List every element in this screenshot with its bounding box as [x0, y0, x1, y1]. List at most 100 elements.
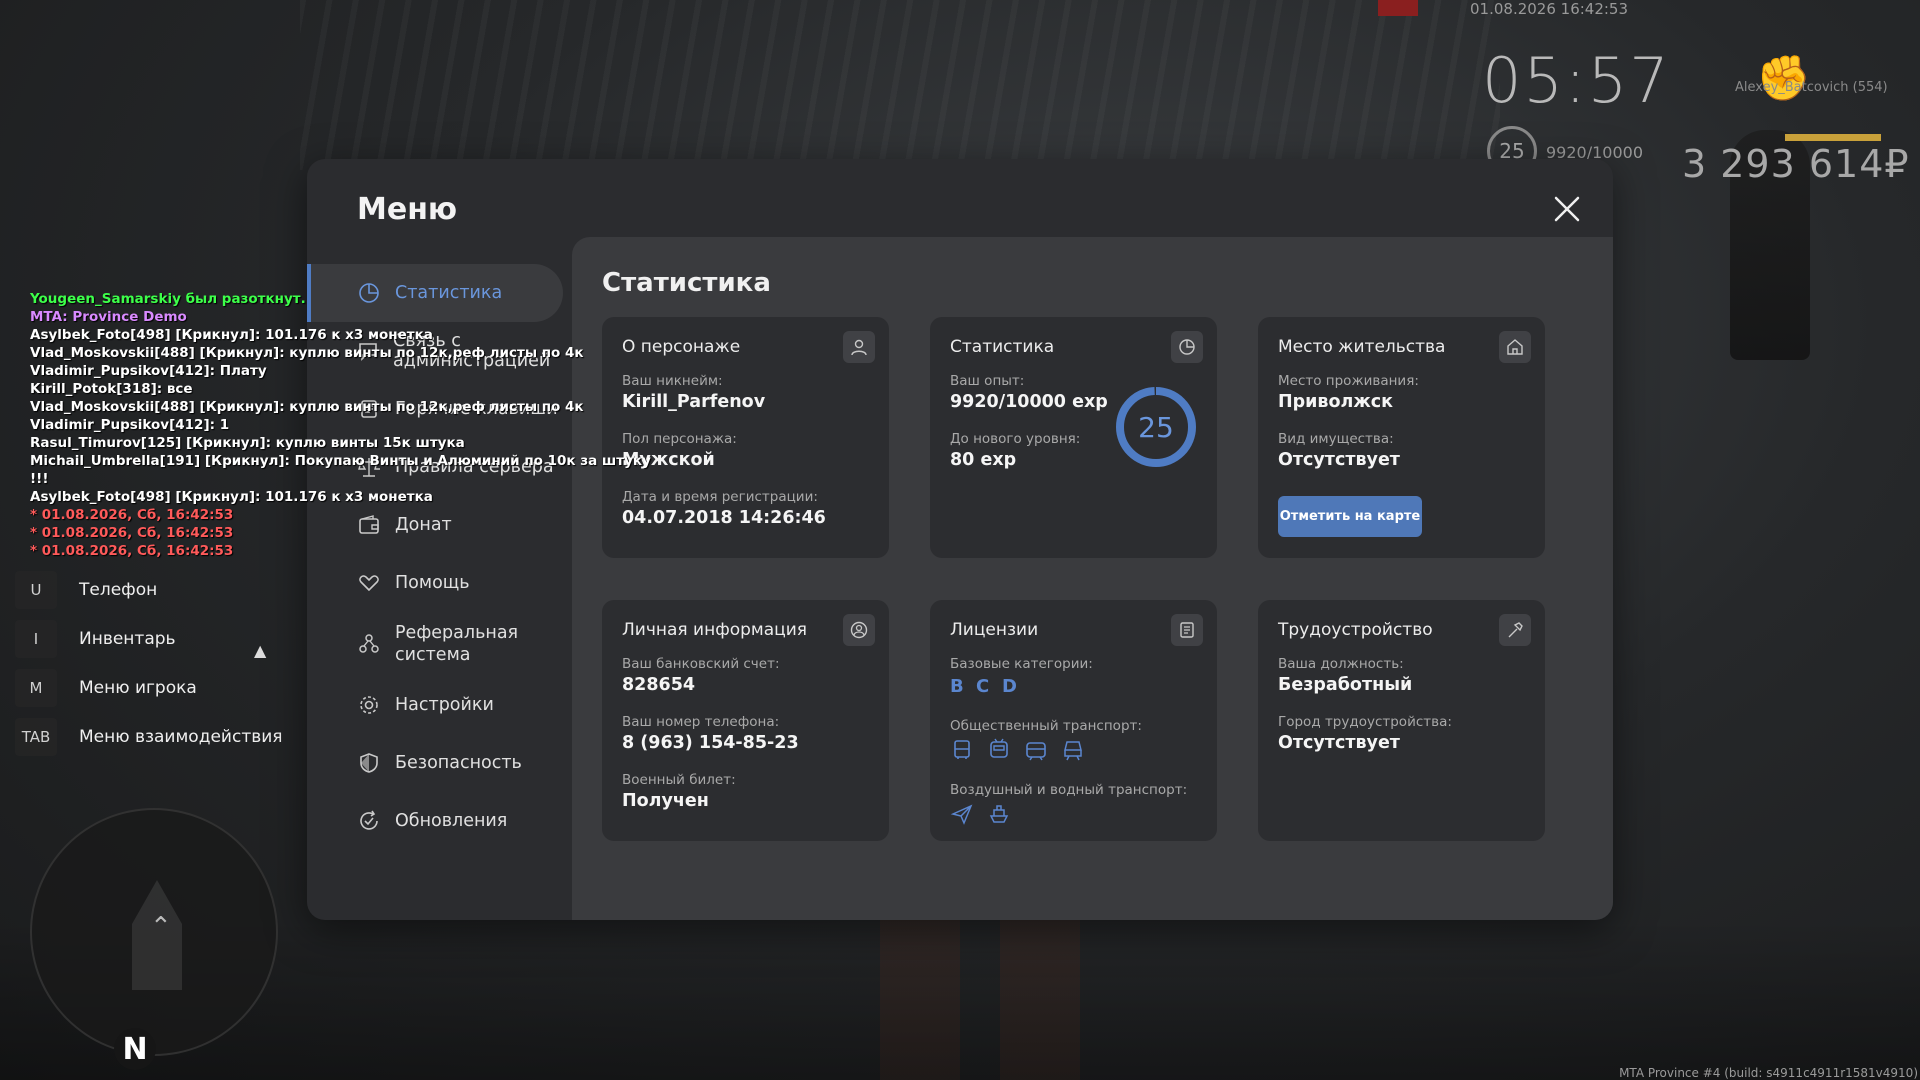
- job-position-label: Ваша должность:: [1278, 656, 1404, 672]
- hotkey-key: U: [15, 571, 57, 609]
- card-statistics: Статистика Ваш опыт: 9920/10000 exp До н…: [930, 317, 1217, 558]
- card-title: Трудоустройство: [1278, 620, 1433, 640]
- sidebar-item-help[interactable]: Помощь: [307, 554, 569, 612]
- chat-line: Rasul_Timurov[125] [Крикнул]: куплю винт…: [30, 435, 465, 451]
- background-ground: [0, 920, 1920, 1080]
- mark-on-map-button[interactable]: Отметить на карте: [1278, 496, 1422, 537]
- public-transport-label: Общественный транспорт:: [950, 718, 1142, 734]
- content-title: Статистика: [602, 268, 771, 298]
- sidebar-item-security[interactable]: Безопасность: [307, 734, 569, 792]
- minimap: ⌃ N: [30, 808, 278, 1070]
- sidebar-item-referral[interactable]: Реферальная система: [307, 612, 569, 676]
- user-icon: [843, 331, 875, 363]
- card-title: О персонаже: [622, 337, 741, 357]
- hud-health-bar: [1785, 134, 1881, 141]
- chat-line: Michail_Umbrella[191] [Крикнул]: Покупаю…: [30, 453, 651, 469]
- tram-icon: [1026, 742, 1046, 761]
- level-value: 25: [1138, 410, 1174, 444]
- hotkey-key: I: [15, 620, 57, 658]
- hotkey-key: M: [15, 669, 57, 707]
- hotkey-label: Меню игрока: [79, 678, 197, 698]
- referral-icon: [357, 632, 381, 656]
- chat-line: !!!: [30, 471, 49, 487]
- bus-icon: [954, 740, 970, 759]
- hotkey-label: Инвентарь: [79, 629, 176, 649]
- chat-line: * 01.08.2026, Сб, 16:42:53: [30, 525, 234, 541]
- job-position-value: Безработный: [1278, 675, 1413, 695]
- registration-label: Дата и время регистрации:: [622, 489, 818, 505]
- exp-label: Ваш опыт:: [950, 373, 1025, 389]
- chat-line: Asylbek_Foto[498] [Крикнул]: 101.176 к х…: [30, 489, 433, 505]
- sidebar-item-label: Обновления: [395, 811, 508, 831]
- bank-value: 828654: [622, 675, 696, 695]
- plane-icon: [950, 804, 973, 825]
- card-title: Место жительства: [1278, 337, 1446, 357]
- mouse-cursor-icon: ▲: [254, 641, 267, 660]
- hotkey-phone: U Телефон: [15, 568, 305, 612]
- chat-line: Vlad_Moskovskii[488] [Крикнул]: куплю ви…: [30, 399, 584, 415]
- player-arrow-icon: ⌃: [150, 912, 172, 942]
- next-level-value: 80 exp: [950, 450, 1017, 470]
- heart-hands-icon: [357, 571, 381, 595]
- property-value: Отсутствует: [1278, 450, 1400, 470]
- property-label: Вид имущества:: [1278, 431, 1394, 447]
- train-icon: [1064, 741, 1082, 761]
- hotkey-interaction-menu: TAB Меню взаимодействия: [15, 715, 305, 759]
- card-personal-info: Личная информация Ваш банковский счет: 8…: [602, 600, 889, 841]
- next-level-label: До нового уровня:: [950, 431, 1081, 447]
- chat-line: Kirill_Potok[318]: все: [30, 381, 193, 397]
- category-c: C: [976, 676, 990, 697]
- card-character: О персонаже Ваш никнейм: Kirill_Parfenov…: [602, 317, 889, 558]
- exp-value: 9920/10000 exp: [950, 392, 1108, 412]
- card-employment: Трудоустройство Ваша должность: Безработ…: [1258, 600, 1545, 841]
- bank-label: Ваш банковский счет:: [622, 656, 780, 672]
- card-title: Личная информация: [622, 620, 808, 640]
- sidebar-item-label: Настройки: [395, 695, 494, 715]
- category-d: D: [1002, 676, 1017, 697]
- nickname-value: Kirill_Parfenov: [622, 392, 766, 412]
- house-icon: [1499, 331, 1531, 363]
- air-water-transport-label: Воздушный и водный транспорт:: [950, 782, 1188, 798]
- menu-title: Меню: [357, 192, 458, 227]
- phone-label: Ваш номер телефона:: [622, 714, 780, 730]
- hotkey-player-menu: M Меню игрока: [15, 666, 305, 710]
- nickname-label: Ваш никнейм:: [622, 373, 723, 389]
- card-residence: Место жительства Место проживания: Приво…: [1258, 317, 1545, 558]
- base-categories-label: Базовые категории:: [950, 656, 1093, 672]
- hud-clock: 05:57: [1482, 44, 1671, 117]
- card-title: Лицензии: [950, 620, 1039, 640]
- content-panel: Статистика О персонаже Ваш никнейм: Kiri…: [572, 237, 1613, 920]
- chat-line: Vlad_Moskovskii[488] [Крикнул]: куплю ви…: [30, 345, 584, 361]
- military-value: Получен: [622, 791, 709, 811]
- shield-icon: [357, 751, 381, 775]
- sidebar-item-updates[interactable]: Обновления: [307, 792, 569, 850]
- north-icon: N: [114, 1028, 156, 1070]
- sidebar-item-label: Помощь: [395, 573, 470, 593]
- hotkey-hints: U Телефон I Инвентарь M Меню игрока TAB …: [15, 568, 305, 764]
- sidebar-item-label: Безопасность: [395, 753, 522, 773]
- chat-line: Vladimir_Pupsikov[412]: Плату: [30, 363, 267, 379]
- boat-icon: [989, 805, 1009, 823]
- refresh-check-icon: [357, 809, 381, 833]
- hotkey-label: Телефон: [79, 580, 158, 600]
- card-licenses: Лицензии Базовые категории: B C D Общест…: [930, 600, 1217, 841]
- military-label: Военный билет:: [622, 772, 736, 788]
- fist-icon: ✊: [1756, 53, 1811, 104]
- job-city-value: Отсутствует: [1278, 733, 1400, 753]
- background-scene: [300, 0, 1500, 170]
- gender-label: Пол персонажа:: [622, 431, 737, 447]
- chat-log: Yougeen_Samarskiy был разоткнут. MTA: Pr…: [30, 290, 651, 560]
- card-title: Статистика: [950, 337, 1055, 357]
- background-sign: [1378, 0, 1418, 16]
- hammer-icon: [1499, 614, 1531, 646]
- chat-line: MTA: Province Demo: [30, 309, 187, 325]
- sidebar-item-settings[interactable]: Настройки: [307, 676, 569, 734]
- hud-money: 3 293 614₽: [1682, 142, 1910, 186]
- pie-chart-icon: [1171, 331, 1203, 363]
- hotkey-label: Меню взаимодействия: [79, 727, 283, 747]
- close-button[interactable]: [1547, 189, 1587, 229]
- hud-player-name: Alexey_Batcovich (554): [1735, 80, 1888, 95]
- user-circle-icon: [843, 614, 875, 646]
- chat-line: Asylbek_Foto[498] [Крикнул]: 101.176 к х…: [30, 327, 433, 343]
- hud-datetime: 01.08.2026 16:42:53: [1470, 0, 1629, 18]
